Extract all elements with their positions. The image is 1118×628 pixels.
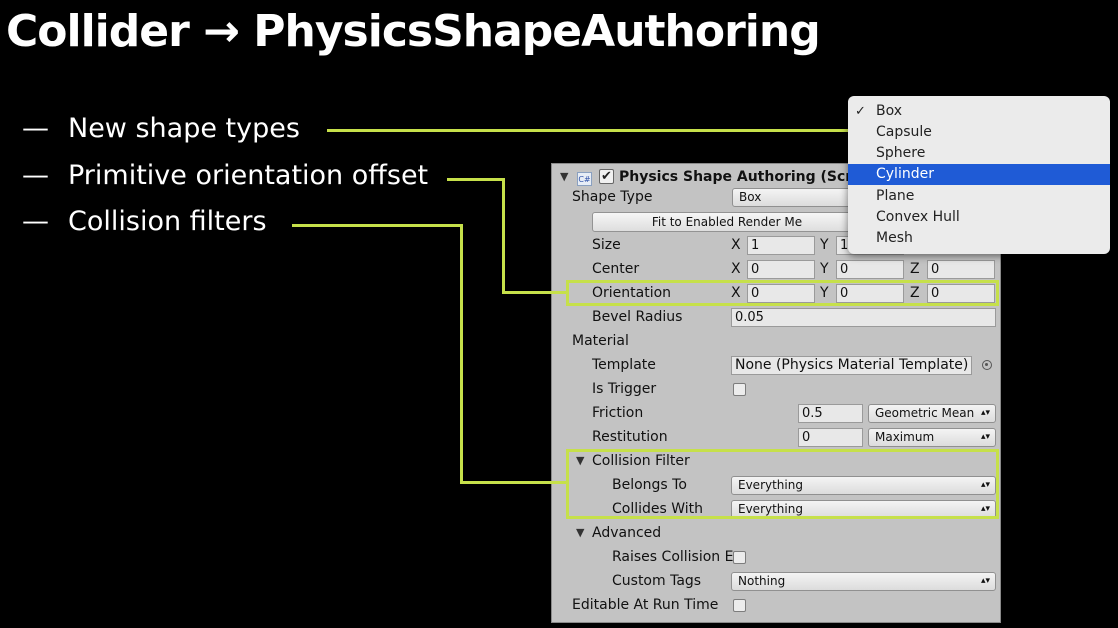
updown-arrows-icon: ▴▾ [980,408,990,418]
callout-line-orientation-b [502,178,505,294]
friction-value-field[interactable]: 0.5 [798,404,863,423]
bullet-orientation-offset: — Primitive orientation offset [22,160,428,191]
material-label: Material [572,333,629,349]
shape-option-plane[interactable]: Plane [848,186,1110,207]
bevel-radius-row: Bevel Radius 0.05 [552,306,1000,330]
shape-type-dropdown-menu: ✓ Box Capsule Sphere Cylinder Plane Conve… [848,96,1110,254]
axis-y-label: Y [820,237,829,253]
size-x-field[interactable]: 1 [747,236,815,255]
advanced-foldout[interactable]: ▼ Advanced [552,522,1000,546]
axis-z-label: Z [910,261,920,277]
option-label: Sphere [876,145,926,161]
callout-line-collision-a [292,224,463,227]
center-label: Center [592,261,640,277]
template-label: Template [592,357,656,373]
custom-tags-label: Custom Tags [612,573,702,589]
editable-at-run-time-checkbox[interactable] [733,599,746,612]
foldout-expanded-icon[interactable]: ▼ [576,526,584,539]
restitution-row: Restitution 0 Maximum ▴▾ [552,426,1000,450]
bullet-new-shape-types: — New shape types [22,113,300,144]
bullet-dash: — [22,160,49,191]
collision-filter-highlight-box [566,449,999,519]
restitution-combine-value: Maximum [875,430,935,444]
axis-x-label: X [731,261,741,277]
bullet-text: New shape types [68,113,300,144]
raises-collision-label: Raises Collision E [612,549,734,565]
advanced-label: Advanced [592,525,662,541]
custom-tags-row: Custom Tags Nothing ▴▾ [552,570,1000,594]
is-trigger-checkbox[interactable] [733,383,746,396]
shape-type-popup[interactable]: Box [732,188,852,207]
template-row: Template None (Physics Material Template… [552,354,1000,378]
editable-at-run-time-label: Editable At Run Time [572,597,719,613]
option-label: Plane [876,188,915,204]
raises-collision-checkbox[interactable] [733,551,746,564]
callout-line-collision-b [460,224,463,484]
option-label: Capsule [876,124,932,140]
editable-at-run-time-row: Editable At Run Time [552,594,1000,618]
center-z-field[interactable]: 0 [927,260,995,279]
custom-tags-popup[interactable]: Nothing ▴▾ [731,572,996,591]
component-enabled-checkbox[interactable]: ✔ [599,169,614,184]
shape-option-sphere[interactable]: Sphere [848,143,1110,164]
material-header-row: Material [552,330,1000,354]
callout-line-shape-types [327,129,849,132]
size-label: Size [592,237,621,253]
axis-y-label: Y [820,261,829,277]
component-title: Physics Shape Authoring (Scrip [619,169,868,185]
raises-collision-row: Raises Collision E [552,546,1000,570]
bullet-text: Primitive orientation offset [68,160,429,191]
friction-combine-popup[interactable]: Geometric Mean ▴▾ [868,404,996,423]
shape-option-cylinder[interactable]: Cylinder [848,164,1110,185]
is-trigger-label: Is Trigger [592,381,657,397]
shape-option-mesh[interactable]: Mesh [848,228,1110,249]
bullet-dash: — [22,113,49,144]
shape-option-capsule[interactable]: Capsule [848,122,1110,143]
bevel-radius-field[interactable]: 0.05 [731,308,996,327]
restitution-label: Restitution [592,429,668,445]
template-object-field[interactable]: None (Physics Material Template) [731,356,972,375]
slide-title: Collider → PhysicsShapeAuthoring [6,6,821,57]
friction-row: Friction 0.5 Geometric Mean ▴▾ [552,402,1000,426]
bullet-text: Collision filters [68,206,267,237]
csharp-script-icon: C# [577,172,592,186]
orientation-highlight-box [566,280,999,306]
restitution-combine-popup[interactable]: Maximum ▴▾ [868,428,996,447]
friction-combine-value: Geometric Mean [875,406,975,420]
option-label: Convex Hull [876,209,960,225]
object-picker-icon[interactable] [982,360,992,370]
custom-tags-value: Nothing [738,574,786,588]
is-trigger-row: Is Trigger [552,378,1000,402]
shape-option-convex-hull[interactable]: Convex Hull [848,207,1110,228]
shape-type-value: Box [739,190,762,204]
shape-option-box[interactable]: ✓ Box [848,101,1110,122]
bullet-collision-filters: — Collision filters [22,206,267,237]
shape-type-label: Shape Type [572,189,653,205]
option-label: Mesh [876,230,913,246]
checkmark-icon: ✓ [855,104,866,119]
restitution-value-field[interactable]: 0 [798,428,863,447]
fit-to-enabled-render-meshes-button[interactable]: Fit to Enabled Render Me [592,212,862,232]
bullet-dash: — [22,206,49,237]
updown-arrows-icon: ▴▾ [980,432,990,442]
updown-arrows-icon: ▴▾ [980,576,990,586]
callout-line-orientation-a [447,178,505,181]
friction-label: Friction [592,405,644,421]
axis-x-label: X [731,237,741,253]
center-x-field[interactable]: 0 [747,260,815,279]
option-label: Cylinder [876,166,934,182]
bevel-radius-label: Bevel Radius [592,309,683,325]
center-y-field[interactable]: 0 [836,260,904,279]
center-row: Center X 0 Y 0 Z 0 [552,258,1000,282]
callout-line-collision-c [460,481,568,484]
option-label: Box [876,103,903,119]
callout-line-orientation-c [502,291,568,294]
foldout-expanded-icon[interactable]: ▼ [560,170,568,183]
